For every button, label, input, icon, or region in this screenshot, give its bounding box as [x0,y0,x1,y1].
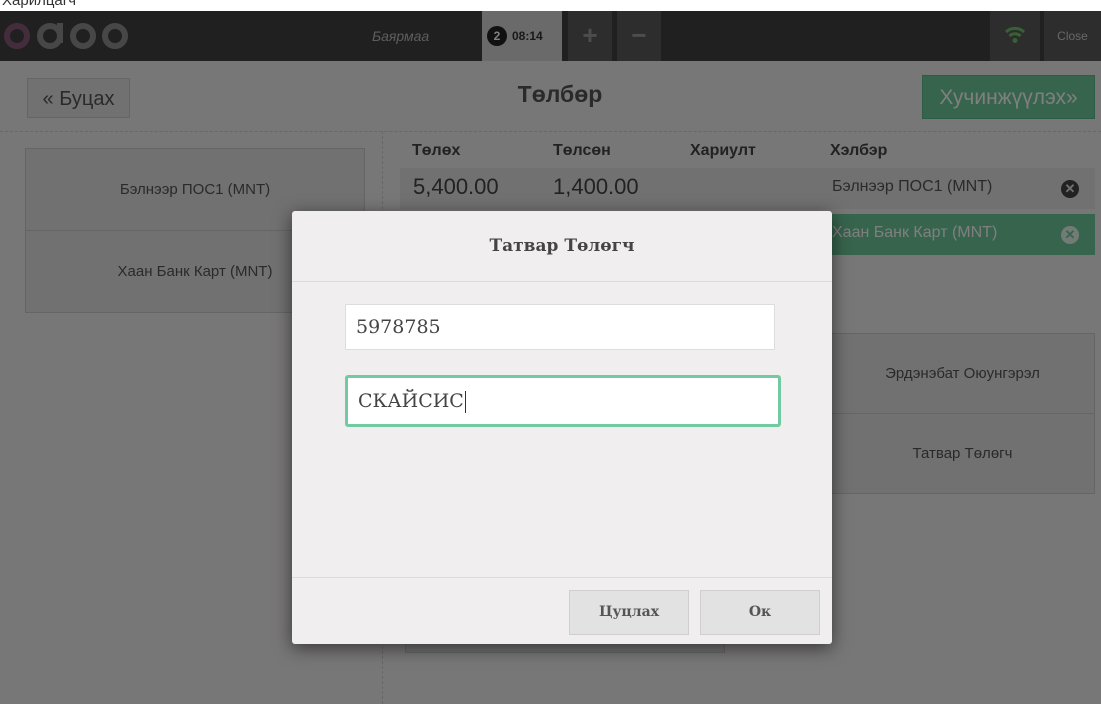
page-caption: Харилцагч [2,0,77,9]
text-cursor [464,391,466,413]
taxpayer-dialog: Татвар Төлөгч 5978785 СКАЙСИС Цуцлах Ок [292,211,832,644]
taxpayer-register-input[interactable]: 5978785 [345,304,775,350]
dialog-footer: Цуцлах Ок [292,577,832,645]
ok-button[interactable]: Ок [700,590,820,635]
taxpayer-name-input[interactable]: СКАЙСИС [345,375,781,427]
cancel-button[interactable]: Цуцлах [569,590,689,635]
dialog-title: Татвар Төлөгч [292,211,832,282]
taxpayer-name-value: СКАЙСИС [358,390,464,412]
